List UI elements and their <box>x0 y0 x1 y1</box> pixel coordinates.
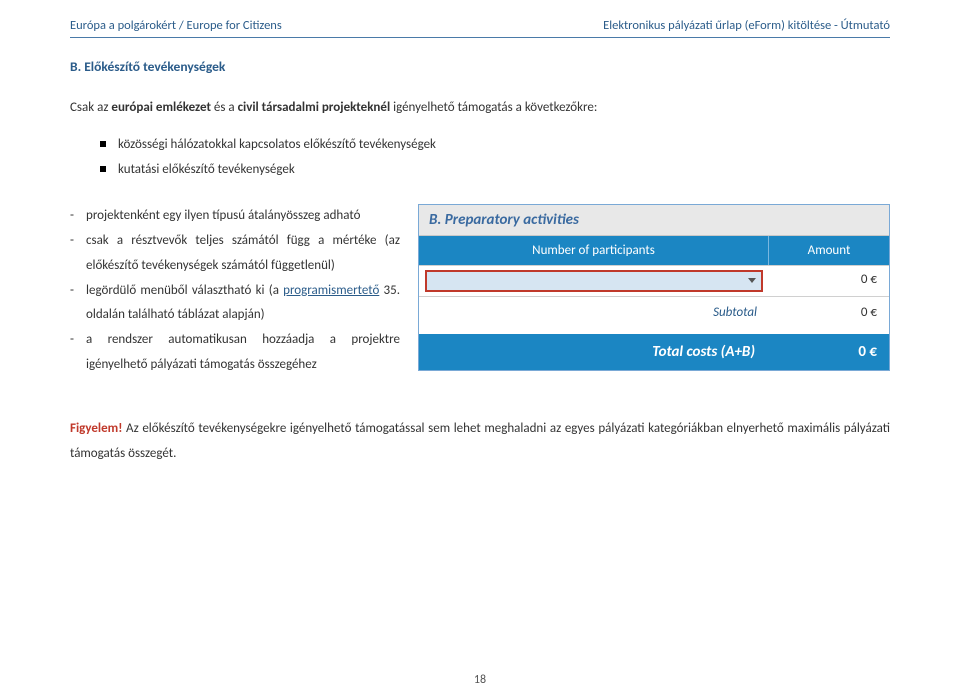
list-item: közösségi hálózatokkal kapcsolatos előké… <box>100 133 890 158</box>
list-item: legördülő menüből választható ki (a prog… <box>70 279 400 328</box>
subtotal-label: Subtotal <box>419 297 769 328</box>
col-header-participants: Number of participants <box>419 236 769 265</box>
header-left: Európa a polgárokért / Europe for Citize… <box>70 18 282 33</box>
participants-cell <box>419 266 769 296</box>
intro-paragraph: Csak az európai emlékezet és a civil tár… <box>70 97 890 119</box>
page-header: Európa a polgárokért / Europe for Citize… <box>70 18 890 33</box>
warning-text: Az előkészítő tevékenységekre igényelhet… <box>70 421 890 461</box>
page-number: 18 <box>0 673 960 687</box>
table-row: 0 € <box>419 265 889 296</box>
warning-paragraph: Figyelem! Az előkészítő tevékenységekre … <box>70 417 890 466</box>
amount-cell: 0 € <box>769 266 889 296</box>
subtotal-row: Subtotal 0 € <box>419 296 889 328</box>
participants-dropdown[interactable] <box>425 270 763 292</box>
document-page: Európa a polgárokért / Europe for Citize… <box>0 0 960 477</box>
program-guide-link[interactable]: programismertető <box>283 283 379 298</box>
intro-text: igényelhető támogatás a következőkre: <box>390 100 597 115</box>
section-title: B. Előkészítő tevékenységek <box>70 58 890 75</box>
form-panel: B. Preparatory activities Number of part… <box>418 204 890 371</box>
intro-bold-2: civil társadalmi projekteknél <box>238 100 391 115</box>
subtotal-amount: 0 € <box>769 297 889 328</box>
panel-title: B. Preparatory activities <box>419 205 889 236</box>
warning-lead: Figyelem! <box>70 421 122 436</box>
dash-list: projektenként egy ilyen típusú átalányös… <box>70 204 400 377</box>
total-amount: 0 € <box>769 334 889 370</box>
list-item: a rendszer automatikusan hozzáadja a pro… <box>70 328 400 377</box>
two-column-layout: projektenként egy ilyen típusú átalányös… <box>70 204 890 377</box>
col-header-amount: Amount <box>769 236 889 265</box>
intro-text: és a <box>211 100 238 115</box>
dash-text: legördülő menüből választható ki (a <box>86 283 283 298</box>
total-label: Total costs (A+B) <box>419 334 769 370</box>
list-item: csak a résztvevők teljes számától függ a… <box>70 229 400 278</box>
total-row: Total costs (A+B) 0 € <box>419 334 889 370</box>
left-column: projektenként egy ilyen típusú átalányös… <box>70 204 400 377</box>
list-item: projektenként egy ilyen típusú átalányös… <box>70 204 400 229</box>
header-divider <box>70 37 890 38</box>
header-right: Elektronikus pályázati űrlap (eForm) kit… <box>603 18 890 33</box>
list-item: kutatási előkészítő tevékenységek <box>100 158 890 183</box>
intro-text: Csak az <box>70 100 111 115</box>
table-header: Number of participants Amount <box>419 236 889 265</box>
intro-bold-1: európai emlékezet <box>111 100 211 115</box>
bullet-list: közösségi hálózatokkal kapcsolatos előké… <box>100 133 890 182</box>
